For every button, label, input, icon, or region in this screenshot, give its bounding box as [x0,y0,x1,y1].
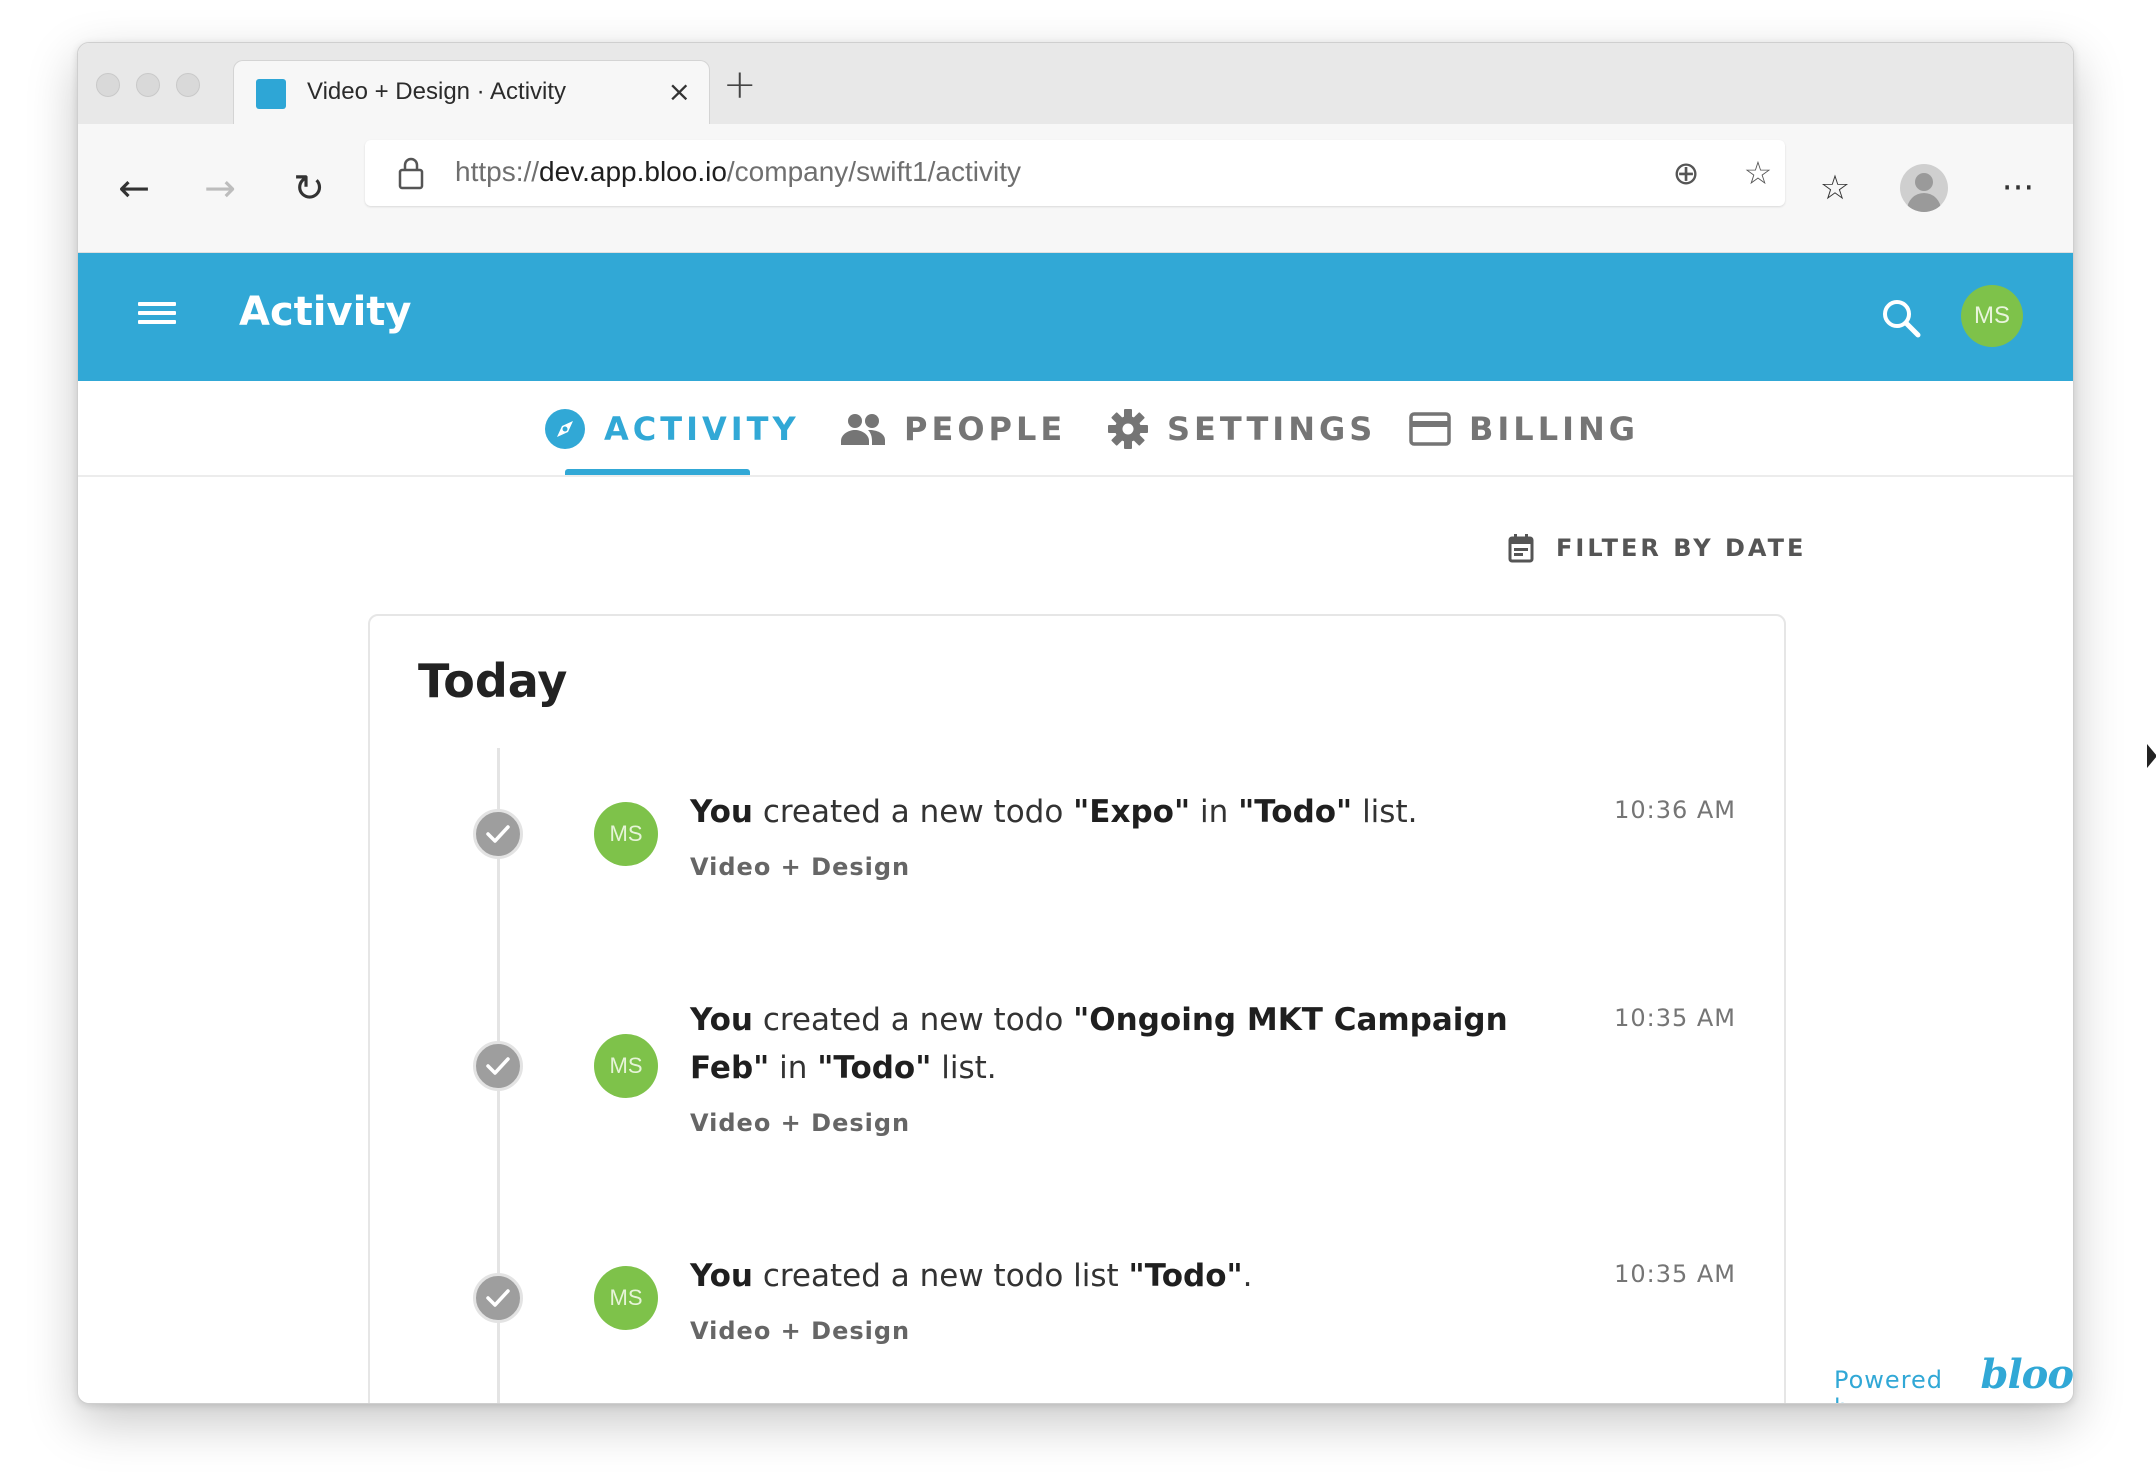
profile-avatar-icon[interactable] [1900,164,1948,212]
tab-activity[interactable]: ACTIVITY [544,406,800,452]
section-tabs: ACTIVITY PEOPLE SETTINGS BILLING [78,381,2073,477]
star-icon[interactable]: ☆ [1737,152,1779,194]
url-host: dev.app.bloo.io [539,156,727,187]
browser-window: Video + Design · Activity × + ← → ↻ http… [77,42,2074,1404]
reload-icon: ↻ [293,166,325,210]
favicon-icon [256,79,286,109]
search-icon[interactable] [1878,295,1924,341]
project-link[interactable]: Video + Design [690,1109,910,1137]
more-icon[interactable]: ··· [1988,158,2048,218]
check-icon [473,1041,523,1091]
arrow-right-icon: → [204,166,236,210]
lock-icon[interactable] [397,156,425,190]
url-path: /company/swift1/activity [726,156,1022,187]
address-bar[interactable]: https://dev.app.bloo.io/company/swift1/a… [365,140,1785,206]
calendar-icon [1508,534,1534,563]
bloo-logo: bloo [1980,1351,2073,1398]
powered-by[interactable]: Powered by bloo [1834,1351,2073,1403]
browser-toolbar: ← → ↻ https://dev.app.bloo.io/company/sw… [78,124,2073,253]
tab-billing-label: BILLING [1469,410,1640,448]
page-title: Activity [239,289,412,335]
reload-button[interactable]: ↻ [279,158,339,218]
add-site-icon[interactable]: ⊕ [1665,152,1707,194]
url-scheme: https:// [455,156,540,187]
timestamp: 10:36 AM [1614,796,1736,824]
credit-card-icon [1409,412,1451,446]
window-minimize-control[interactable] [136,73,160,97]
url-text[interactable]: https://dev.app.bloo.io/company/swift1/a… [455,156,1021,188]
timestamp: 10:35 AM [1614,1004,1736,1032]
hamburger-menu-icon[interactable] [138,297,178,337]
check-icon [473,809,523,859]
avatar: MS [594,1034,658,1098]
active-tab-indicator [565,469,750,475]
tab-people-label: PEOPLE [904,410,1067,448]
window-close-control[interactable] [96,73,120,97]
tab-activity-label: ACTIVITY [604,410,800,448]
filter-by-date-button[interactable]: FILTER BY DATE [1508,533,1806,563]
tab-strip: Video + Design · Activity × + [78,43,2073,124]
tab-billing[interactable]: BILLING [1409,406,1639,452]
compass-icon [545,409,585,449]
tab-settings-label: SETTINGS [1167,410,1377,448]
project-link[interactable]: Video + Design [690,1317,910,1345]
user-avatar[interactable]: MS [1961,285,2023,347]
check-icon [473,1273,523,1323]
section-title: Today [418,654,568,708]
activity-card: Today MS You created a new todo "Expo" i… [368,614,1786,1403]
activity-message: You created a new todo "Ongoing MKT Camp… [690,1002,1508,1086]
close-tab-icon[interactable]: × [668,77,691,107]
gear-icon [1108,409,1148,449]
filter-label: FILTER BY DATE [1556,534,1807,562]
activity-message: You created a new todo "Expo" in "Todo" … [690,794,1418,830]
powered-by-label: Powered by [1834,1366,1944,1403]
back-button[interactable]: ← [104,158,164,218]
timestamp: 10:35 AM [1614,1260,1736,1288]
favorites-icon[interactable]: ☆ [1805,158,1865,218]
browser-tab[interactable]: Video + Design · Activity × [233,60,710,124]
arrow-left-icon: ← [118,166,150,210]
avatar: MS [594,1266,658,1330]
main-content: FILTER BY DATE Today MS You created a ne… [78,477,2073,1403]
mouse-cursor-icon [2147,744,2156,768]
people-icon [841,414,885,445]
tab-title: Video + Design · Activity [307,78,567,105]
window-zoom-control[interactable] [176,73,200,97]
new-tab-icon[interactable]: + [723,65,757,105]
forward-button[interactable]: → [190,158,250,218]
avatar: MS [594,802,658,866]
tab-settings[interactable]: SETTINGS [1107,406,1376,452]
tab-people[interactable]: PEOPLE [840,406,1066,452]
app-header: Activity MS [78,253,2073,381]
project-link[interactable]: Video + Design [690,853,910,881]
activity-message: You created a new todo list "Todo". [690,1258,1253,1294]
